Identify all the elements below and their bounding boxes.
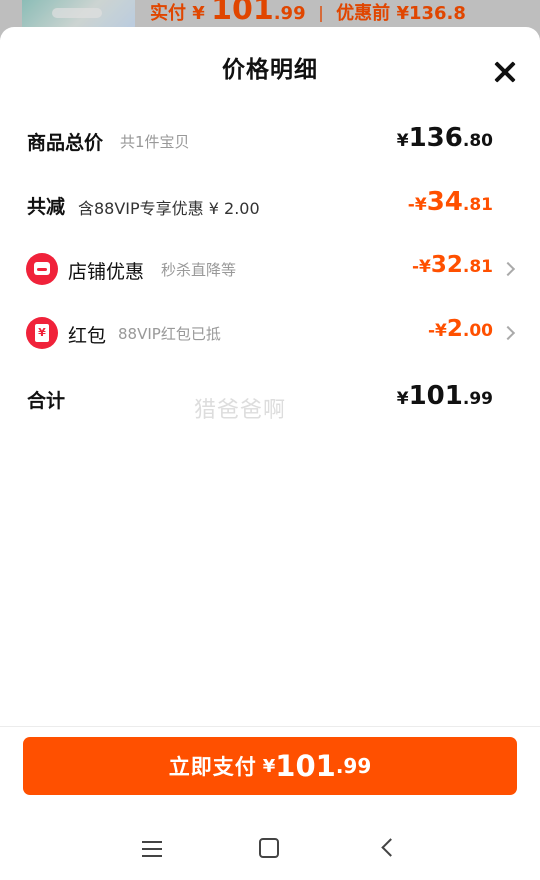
sum-label: 合计: [27, 390, 66, 412]
sheet-title: 价格明细: [222, 57, 318, 83]
shop-discount-amount: -¥32.81: [411, 252, 493, 278]
watermark: 猎爸爸啊: [194, 398, 287, 423]
row-goods-total: 商品总价 共1件宝贝 ¥136.80: [0, 121, 540, 161]
shop-icon: [26, 253, 58, 285]
pay-now-label: 立即支付: [168, 755, 257, 779]
home-icon[interactable]: [259, 838, 279, 858]
row-red-packet[interactable]: 红包 88VIP红包已抵 -¥2.00: [0, 314, 540, 354]
pay-int: 101: [275, 749, 336, 783]
sum-amount: ¥101.99: [396, 381, 493, 411]
footer-divider: [0, 726, 540, 727]
pay-yen: ¥: [262, 755, 276, 777]
row-total-reduced: 共减 含88VIP专享优惠 ¥ 2.00 -¥34.81: [0, 185, 540, 225]
row-shop-discount[interactable]: 店铺优惠 秒杀直降等 -¥32.81: [0, 249, 540, 289]
close-icon[interactable]: [493, 60, 517, 84]
red-packet-label: 红包: [68, 325, 107, 347]
pay-now-button[interactable]: 立即支付 ¥101.99: [23, 737, 517, 795]
back-icon[interactable]: [381, 838, 400, 857]
red-packet-note: 88VIP红包已抵: [118, 325, 221, 343]
goods-total-label: 商品总价: [27, 132, 104, 154]
recent-apps-icon[interactable]: [142, 841, 162, 857]
total-reduced-amount: -¥34.81: [407, 187, 493, 217]
chevron-right-icon: [500, 325, 516, 341]
price-detail-sheet: 价格明细 商品总价 共1件宝贝 ¥136.80 共减 含88VIP专享优惠 ¥ …: [0, 27, 540, 880]
system-navigation-bar: [0, 817, 540, 880]
red-packet-icon: [26, 317, 58, 349]
red-packet-amount: -¥2.00: [427, 316, 493, 342]
goods-count: 共1件宝贝: [120, 133, 190, 151]
shop-discount-note: 秒杀直降等: [161, 261, 237, 279]
pay-dec: .99: [335, 754, 372, 778]
shop-discount-label: 店铺优惠: [68, 261, 145, 283]
goods-total-amount: ¥136.80: [396, 123, 493, 153]
vip-discount-note: 含88VIP专享优惠 ¥ 2.00: [78, 199, 260, 218]
chevron-right-icon: [500, 261, 516, 277]
total-reduced-label: 共减: [27, 196, 66, 218]
